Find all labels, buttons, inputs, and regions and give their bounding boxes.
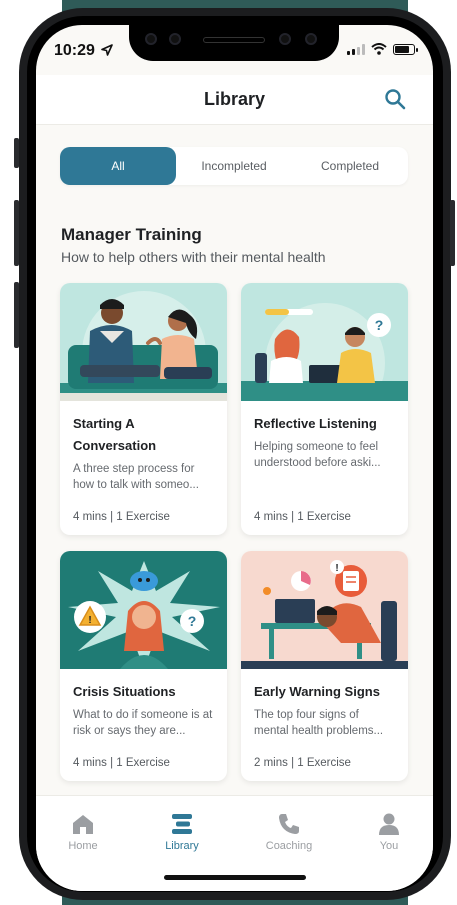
home-indicator[interactable] — [164, 875, 306, 880]
tab-label: Library — [165, 840, 199, 852]
course-card-crisis-situations[interactable]: ! ? Crisis Situations What to do if some… — [60, 551, 227, 781]
card-title: Starting A Conversation — [73, 416, 157, 453]
filter-segmented-control: All Incompleted Completed — [60, 147, 408, 185]
filter-tab-all[interactable]: All — [60, 147, 176, 185]
card-meta: 4 mins | 1 Exercise — [254, 511, 351, 523]
card-meta: 4 mins | 1 Exercise — [73, 757, 170, 769]
notch — [129, 25, 339, 61]
page-title: Library — [203, 89, 266, 109]
filter-tab-completed[interactable]: Completed — [292, 147, 408, 185]
location-arrow-icon — [101, 44, 114, 56]
card-illustration: ! ? — [60, 551, 227, 669]
section-subtitle: How to help others with their mental hea… — [61, 249, 326, 265]
status-time: 10:29 — [54, 42, 114, 60]
signal-icon — [347, 43, 365, 55]
phone-icon — [279, 814, 299, 834]
card-illustration: ? — [241, 283, 408, 401]
card-illustration — [60, 283, 227, 401]
card-description: The top four signs of mental health prob… — [254, 709, 384, 737]
svg-text:!: ! — [88, 615, 91, 626]
svg-text:?: ? — [375, 317, 384, 333]
tab-you[interactable]: You — [349, 810, 429, 852]
tab-home[interactable]: Home — [43, 810, 123, 852]
tab-coaching[interactable]: Coaching — [249, 810, 329, 852]
mute-switch — [14, 138, 19, 168]
card-title: Early Warning Signs — [254, 684, 380, 699]
tab-library[interactable]: Library — [142, 810, 222, 852]
volume-up-button — [14, 200, 19, 266]
course-card-reflective-listening[interactable]: ? Reflective Listening Helping someone t… — [241, 283, 408, 535]
library-icon — [172, 814, 192, 834]
svg-text:!: ! — [335, 563, 338, 574]
status-indicators — [347, 43, 418, 55]
app-header: Library — [36, 75, 433, 125]
tab-label: You — [379, 840, 399, 852]
search-button[interactable] — [383, 87, 407, 111]
volume-down-button — [14, 282, 19, 348]
section-title: Manager Training — [61, 225, 202, 244]
card-meta: 4 mins | 1 Exercise — [73, 511, 170, 523]
filter-tab-incompleted[interactable]: Incompleted — [176, 147, 292, 185]
course-card-early-warning-signs[interactable]: ! Early Warning Signs The top four signs… — [241, 551, 408, 781]
person-icon — [379, 813, 399, 835]
card-meta: 2 mins | 1 Exercise — [254, 757, 351, 769]
card-description: A three step process for how to talk wit… — [73, 463, 199, 491]
tab-label: Coaching — [265, 840, 313, 852]
app-screen: 10:29 Library All Incompleted Completed … — [36, 25, 433, 891]
wifi-icon — [371, 43, 387, 55]
tab-label: Home — [68, 840, 98, 852]
card-title: Crisis Situations — [73, 684, 176, 699]
svg-text:?: ? — [188, 613, 197, 629]
power-button — [450, 200, 455, 266]
card-title: Reflective Listening — [254, 416, 377, 431]
search-icon[interactable] — [383, 87, 407, 111]
home-icon — [73, 815, 93, 834]
card-illustration: ! — [241, 551, 408, 669]
card-description: What to do if someone is at risk or says… — [73, 709, 213, 737]
card-description: Helping someone to feel understood befor… — [254, 441, 381, 469]
course-card-starting-a-conversation[interactable]: Starting A Conversation A three step pro… — [60, 283, 227, 535]
battery-icon — [393, 43, 418, 55]
